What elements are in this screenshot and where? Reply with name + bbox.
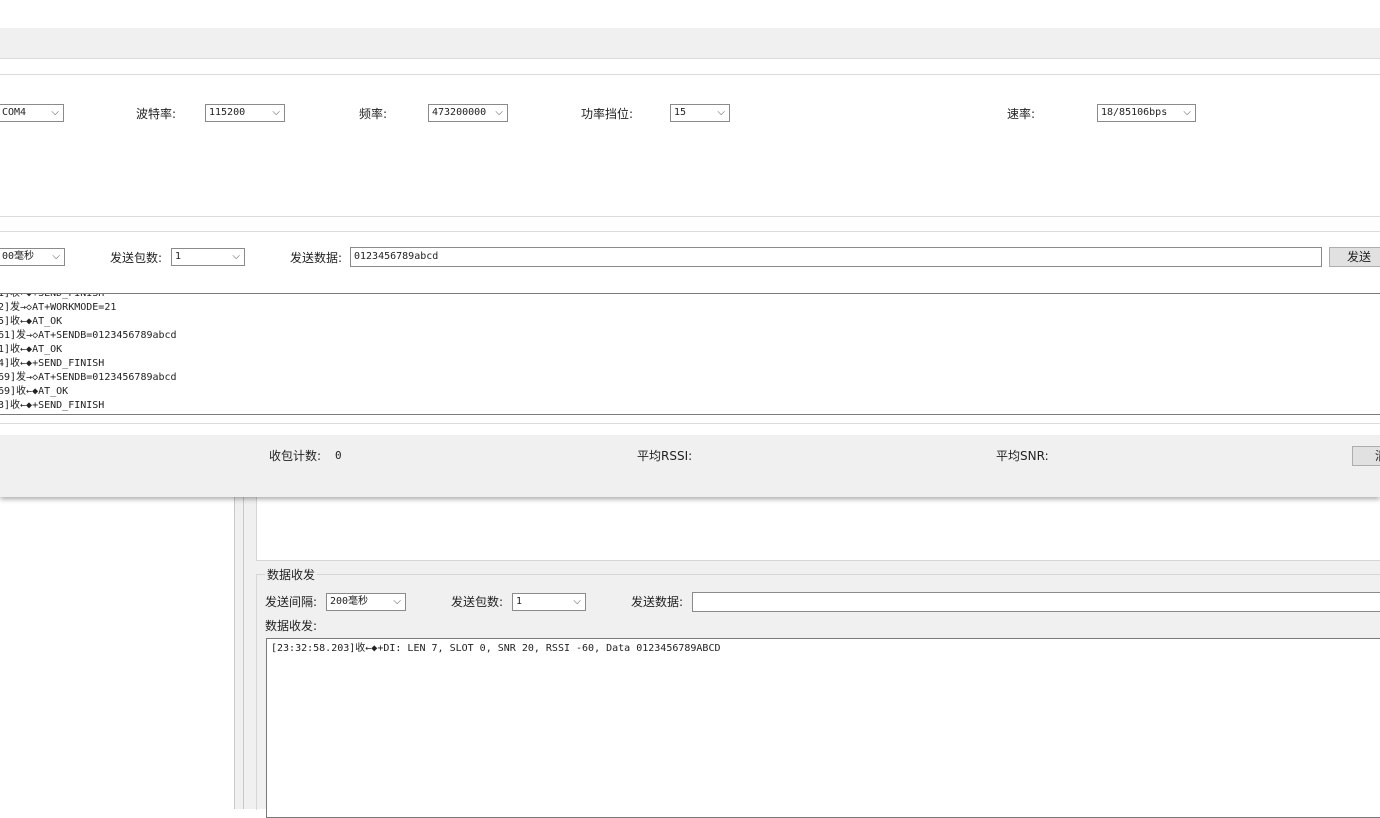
send-interval-value: 00毫秒 [2, 251, 35, 262]
avg-rssi-label: 平均RSSI: [637, 449, 693, 463]
power-select[interactable]: 15 ⌵ [670, 104, 730, 122]
count-select[interactable]: 1 ⌵ [512, 593, 586, 611]
log-line: 3]收←◆+SEND_FINISH [0, 400, 105, 411]
log-line: 69]发→◇AT+SENDB=0123456789abcd [0, 372, 177, 383]
send-count-label: 发送包数: [110, 251, 163, 265]
interval-select-value: 200毫秒 [330, 596, 369, 607]
chevron-down-icon: ⌵ [51, 107, 59, 118]
log-line: [23:32:58.203]收←◆+DI: LEN 7, SLOT 0, SNR… [271, 643, 721, 654]
freq-label: 频率: [359, 107, 388, 121]
send-log-lines: 1]收←◆+SEND_FINISH 2]发→◇AT+WORKMODE=21 5]收←… [0, 293, 177, 413]
log-label: 数据收发: [265, 619, 318, 633]
rx-count-label: 收包计数: [269, 449, 322, 463]
chevron-down-icon: ⌵ [272, 107, 280, 118]
divider [0, 423, 1380, 424]
chevron-down-icon: ⌵ [1183, 107, 1191, 118]
send-button[interactable]: 发送 [1329, 247, 1380, 267]
log-line: 1]收←◆+SEND_FINISH [0, 293, 105, 299]
receive-log-lines: [23:32:58.203]收←◆+DI: LEN 7, SLOT 0, SNR… [271, 642, 1380, 656]
rate-label: 速率: [1007, 107, 1036, 121]
send-count-value: 1 [175, 251, 182, 262]
data-group-title: 数据收发 [265, 567, 318, 583]
send-data-label: 发送数据: [290, 251, 343, 265]
log-line: 4]收←◆+SEND_FINISH [0, 358, 105, 369]
log-line: 2]发→◇AT+WORKMODE=21 [0, 302, 117, 313]
baud-label: 波特率: [136, 107, 177, 121]
interval-label: 发送间隔: [265, 595, 318, 609]
send-count-select[interactable]: 1 ⌵ [171, 248, 245, 266]
send-data-input[interactable]: 0123456789abcd [350, 247, 1322, 267]
rate-select[interactable]: 18/85106bps ⌵ [1097, 104, 1196, 122]
rx-count-value: 0 [335, 449, 342, 462]
chevron-down-icon: ⌵ [717, 107, 725, 118]
send-interval-select[interactable]: 00毫秒 ⌵ [0, 248, 65, 266]
send-log[interactable]: 1]收←◆+SEND_FINISH 2]发→◇AT+WORKMODE=21 5]收←… [0, 293, 1380, 415]
baud-select[interactable]: 115200 ⌵ [205, 104, 285, 122]
back-window-inner-border [243, 480, 244, 809]
chevron-down-icon: ⌵ [393, 596, 401, 607]
power-value: 15 [674, 107, 687, 118]
divider [0, 74, 1380, 75]
rate-value: 18/85106bps [1101, 107, 1168, 118]
log-line: 5]收←◆AT_OK [0, 316, 63, 327]
chevron-down-icon: ⌵ [573, 596, 581, 607]
chevron-down-icon: ⌵ [495, 107, 503, 118]
log-line: 61]发→◇AT+SENDB=0123456789abcd [0, 330, 177, 341]
divider [0, 216, 1380, 217]
chevron-down-icon: ⌵ [232, 251, 240, 262]
data-label: 发送数据: [631, 595, 684, 609]
interval-select[interactable]: 200毫秒 ⌵ [326, 593, 406, 611]
front-window: COM4 ⌵ 波特率: 115200 ⌵ 频率: 473200000 ⌵ 功率挡… [0, 0, 1380, 497]
baud-value: 115200 [209, 107, 246, 118]
top-strip [0, 28, 1380, 59]
send-data-input[interactable] [692, 592, 1380, 612]
receive-log[interactable]: [23:32:58.203]收←◆+DI: LEN 7, SLOT 0, SNR… [266, 638, 1380, 818]
avg-snr-label: 平均SNR: [996, 449, 1049, 463]
count-label: 发送包数: [451, 595, 504, 609]
com-port-select[interactable]: COM4 ⌵ [0, 104, 64, 122]
chevron-down-icon: ⌵ [52, 251, 60, 262]
log-line: 1]收←◆AT_OK [0, 344, 63, 355]
log-line: 69]收←◆AT_OK [0, 386, 69, 397]
freq-select[interactable]: 473200000 ⌵ [428, 104, 508, 122]
com-port-value: COM4 [2, 107, 27, 118]
back-window: 数据收发 发送间隔: 200毫秒 ⌵ 发送包数: 1 ⌵ 发送数据: 数据收发:… [234, 480, 1380, 818]
power-label: 功率挡位: [581, 107, 634, 121]
divider [0, 231, 1380, 232]
freq-value: 473200000 [432, 107, 487, 118]
count-select-value: 1 [516, 596, 523, 607]
stats-bar: 收包计数: 0 平均RSSI: 平均SNR: 清 [0, 435, 1380, 497]
clear-button[interactable]: 清 [1352, 446, 1380, 466]
